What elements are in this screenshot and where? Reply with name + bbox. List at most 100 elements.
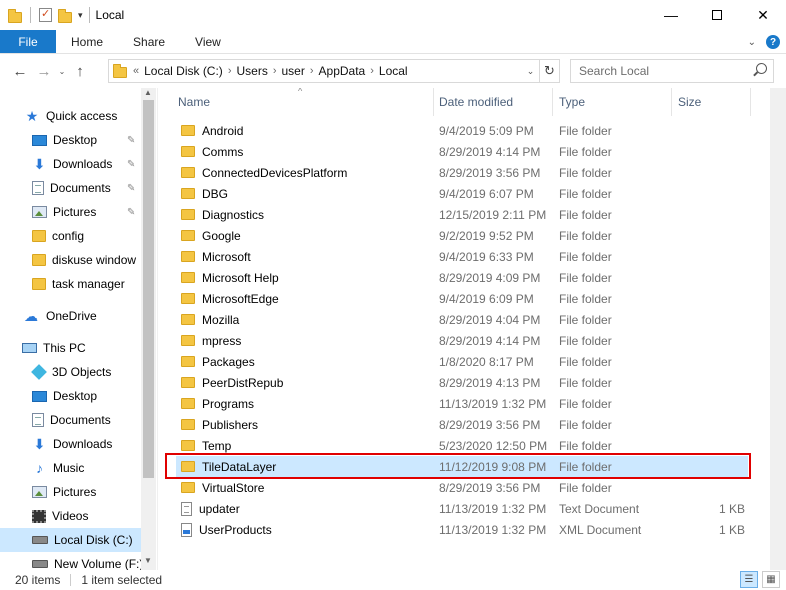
tab-view[interactable]: View [180,30,236,53]
sidebar-item[interactable]: Desktop [0,384,141,408]
file-list: ^ Name Date modified Type Size Android 9/… [158,88,786,570]
file-row[interactable]: Android 9/4/2019 5:09 PM File folder [176,120,748,141]
new-folder-icon[interactable] [58,8,72,23]
sidebar-item[interactable]: ★ Quick access [0,104,141,128]
chevron-right-icon[interactable]: › [310,65,314,77]
breadcrumb-user[interactable]: user [282,64,305,78]
sidebar-item[interactable]: Documents [0,408,141,432]
breadcrumb-local-disk[interactable]: Local Disk (C:) [144,64,223,78]
customize-toolbar-icon[interactable]: ▾ [78,10,83,21]
sidebar-item[interactable]: Pictures [0,480,141,504]
search-icon[interactable] [756,63,767,74]
tab-share[interactable]: Share [118,30,180,53]
address-bar[interactable]: « Local Disk (C:) › Users › user › AppDa… [108,59,560,83]
column-header-name[interactable]: Name [178,88,210,116]
breadcrumb-appdata[interactable]: AppData [319,64,366,78]
file-row[interactable]: Google 9/2/2019 9:52 PM File folder [176,225,748,246]
column-header-size[interactable]: Size [678,88,701,116]
column-divider[interactable] [433,88,434,116]
file-row[interactable]: Microsoft 9/4/2019 6:33 PM File folder [176,246,748,267]
file-list-scrollbar[interactable] [770,88,786,570]
column-divider[interactable] [671,88,672,116]
chevron-right-icon[interactable]: › [273,65,277,77]
column-header-type[interactable]: Type [559,88,585,116]
file-row[interactable]: UserProducts 11/13/2019 1:32 PM XML Docume… [176,519,748,540]
sidebar-item[interactable]: task manager [0,272,141,296]
file-row[interactable]: Publishers 8/29/2019 3:56 PM File folder [176,414,748,435]
forward-button[interactable]: → [32,63,56,80]
file-row[interactable]: Microsoft Help 8/29/2019 4:09 PM File fold… [176,267,748,288]
tab-file[interactable]: File [0,30,56,53]
details-view-icon[interactable]: ☰ [740,571,758,588]
sidebar-item[interactable]: ⬇ Downloads ✎ [0,152,141,176]
sidebar-item[interactable]: Local Disk (C:) [0,528,141,552]
sidebar-item[interactable]: Documents ✎ [0,176,141,200]
file-row[interactable]: Packages 1/8/2020 8:17 PM File folder [176,351,748,372]
file-type: File folder [559,144,612,159]
sidebar-item[interactable]: New Volume (F:) [0,552,143,570]
file-row[interactable]: PeerDistRepub 8/29/2019 4:13 PM File folde… [176,372,748,393]
file-row[interactable]: ConnectedDevicesPlatform 8/29/2019 3:56 P… [176,162,748,183]
sidebar-item[interactable]: ♪ Music [0,456,141,480]
file-size [676,309,745,330]
ribbon-controls: ⌄ ? [748,30,780,54]
file-row[interactable]: MicrosoftEdge 9/4/2019 6:09 PM File folder [176,288,748,309]
path-overflow[interactable]: « [133,65,139,77]
file-row[interactable]: updater 11/13/2019 1:32 PM Text Document 1 … [176,498,748,519]
column-header-date[interactable]: Date modified [439,88,513,116]
scroll-down-icon[interactable]: ▼ [144,556,152,565]
address-history-button[interactable]: ⌄ [521,66,539,77]
recent-locations-button[interactable]: ⌄ [56,67,68,76]
folder-icon[interactable] [8,8,22,23]
properties-icon[interactable] [39,7,52,22]
breadcrumb-users[interactable]: Users [236,64,267,78]
file-row[interactable]: Programs 11/13/2019 1:32 PM File folder [176,393,748,414]
minimize-button[interactable]: — [648,0,694,30]
refresh-button[interactable]: ↻ [539,60,559,82]
navigation-pane-scrollbar[interactable]: ▲ ▼ [141,88,156,570]
sidebar-item[interactable]: 3D Objects [0,360,141,384]
file-row[interactable]: Temp 5/23/2020 12:50 PM File folder [176,435,748,456]
sidebar-item[interactable]: This PC [0,336,141,360]
breadcrumb-local[interactable]: Local [379,64,408,78]
large-icons-view-icon[interactable]: ▦ [762,571,780,588]
drive-icon [32,536,48,544]
file-row[interactable]: Mozilla 8/29/2019 4:04 PM File folder [176,309,748,330]
maximize-button[interactable] [694,0,740,30]
file-row[interactable]: VirtualStore 8/29/2019 3:56 PM File folder [176,477,748,498]
file-row[interactable]: Comms 8/29/2019 4:14 PM File folder [176,141,748,162]
file-row[interactable]: DBG 9/4/2019 6:07 PM File folder [176,183,748,204]
sidebar-item[interactable]: Videos [0,504,141,528]
scrollbar-thumb[interactable] [143,100,154,478]
close-button[interactable]: ✕ [740,0,786,30]
back-button[interactable]: ← [8,63,32,80]
chevron-right-icon[interactable]: › [228,65,232,77]
file-date: 11/13/2019 1:32 PM [439,396,547,411]
sidebar-item[interactable]: Desktop ✎ [0,128,141,152]
file-row[interactable]: Diagnostics 12/15/2019 2:11 PM File folder [176,204,748,225]
up-button[interactable]: ↑ [68,63,92,80]
column-divider[interactable] [750,88,751,116]
file-row-selected[interactable]: TileDataLayer 11/12/2019 9:08 PM File fold… [176,456,748,477]
file-type: File folder [559,417,612,432]
sidebar-item-label: Quick access [46,109,118,123]
search-input[interactable] [579,64,749,78]
search-box[interactable] [570,59,774,83]
file-date: 9/4/2019 6:07 PM [439,186,534,201]
tab-home[interactable]: Home [56,30,118,53]
sidebar-item[interactable]: ⬇ Downloads [0,432,141,456]
scroll-up-icon[interactable]: ▲ [144,88,152,97]
expand-ribbon-icon[interactable]: ⌄ [748,37,756,48]
file-row[interactable]: mpress 8/29/2019 4:14 PM File folder [176,330,748,351]
chevron-right-icon[interactable]: › [370,65,374,77]
help-icon[interactable]: ? [766,35,780,49]
sidebar-item[interactable]: ☁ OneDrive [0,304,141,328]
column-divider[interactable] [552,88,553,116]
file-size [676,225,745,246]
file-date: 8/29/2019 4:14 PM [439,333,541,348]
sidebar-item[interactable]: Pictures ✎ [0,200,141,224]
sidebar-item[interactable]: config [0,224,141,248]
sidebar-item[interactable]: diskuse window [0,248,141,272]
navigation-bar: ← → ⌄ ↑ « Local Disk (C:) › Users › user… [0,55,786,87]
pin-icon: ✎ [127,134,136,146]
